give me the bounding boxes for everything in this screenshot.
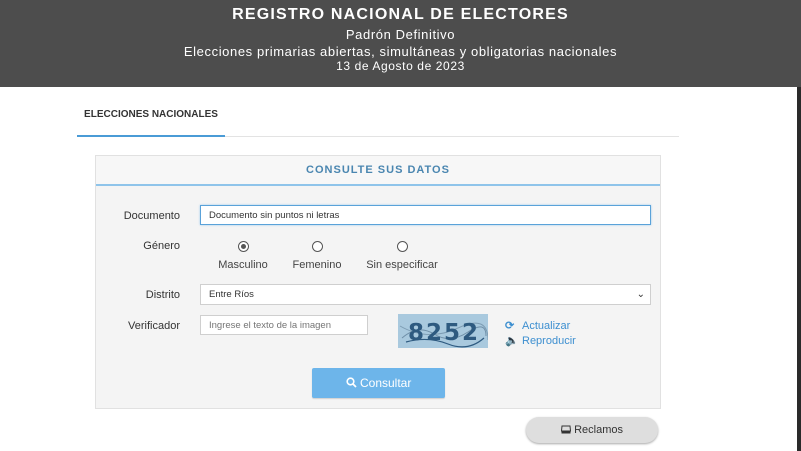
tab-bar: ELECCIONES NACIONALES: [77, 100, 679, 137]
radio-femenino-label: Femenino: [292, 259, 342, 271]
reproducir-label: Reproducir: [522, 335, 576, 347]
consultar-button[interactable]: Consultar: [312, 368, 445, 398]
search-icon: [346, 368, 357, 398]
radio-masculino-circle[interactable]: [237, 241, 249, 252]
refresh-icon: ⟳: [505, 320, 515, 332]
consultar-label: Consultar: [359, 376, 412, 390]
documento-input[interactable]: [200, 205, 651, 225]
page-header: REGISTRO NACIONAL DE ELECTORES Padrón De…: [0, 0, 801, 87]
verificador-label: Verificador: [128, 320, 180, 332]
radio-masculino-label: Masculino: [218, 259, 268, 271]
query-form-panel: CONSULTE SUS DATOS Documento Género Masc…: [95, 155, 661, 409]
radio-femenino[interactable]: Femenino: [287, 241, 347, 271]
reclamos-button[interactable]: Reclamos: [526, 417, 658, 443]
inbox-icon: [560, 417, 572, 443]
distrito-selected-value: Entre Ríos: [209, 289, 254, 300]
page-title: REGISTRO NACIONAL DE ELECTORES: [232, 6, 569, 23]
reproducir-link[interactable]: 🔈 Reproducir: [505, 334, 576, 347]
radio-femenino-circle[interactable]: [311, 241, 323, 252]
actualizar-label: Actualizar: [522, 320, 571, 332]
speaker-icon: 🔈: [505, 335, 519, 347]
reclamos-label: Reclamos: [574, 424, 623, 436]
documento-label: Documento: [123, 210, 180, 222]
radio-sin-especificar[interactable]: Sin especificar: [362, 241, 442, 271]
distrito-select[interactable]: Entre Ríos ⌄: [200, 284, 651, 305]
actualizar-link[interactable]: ⟳ Actualizar: [505, 319, 570, 332]
form-title: CONSULTE SUS DATOS: [96, 156, 660, 186]
election-date: 13 de Agosto de 2023: [336, 59, 465, 73]
verificador-input[interactable]: [200, 315, 368, 335]
radio-sin-especificar-circle[interactable]: [396, 241, 408, 252]
tab-elecciones-nacionales[interactable]: ELECCIONES NACIONALES: [77, 100, 225, 137]
page-subtitle: Padrón Definitivo: [345, 27, 456, 42]
radio-masculino[interactable]: Masculino: [211, 241, 275, 271]
election-name: Elecciones primarias abiertas, simultáne…: [183, 44, 618, 59]
genero-label: Género: [143, 240, 180, 252]
scrollbar-edge: [797, 87, 801, 451]
captcha-image: 8252: [398, 314, 488, 348]
distrito-label: Distrito: [145, 289, 180, 301]
chevron-down-icon: ⌄: [636, 289, 645, 300]
radio-sin-especificar-label: Sin especificar: [366, 259, 438, 271]
